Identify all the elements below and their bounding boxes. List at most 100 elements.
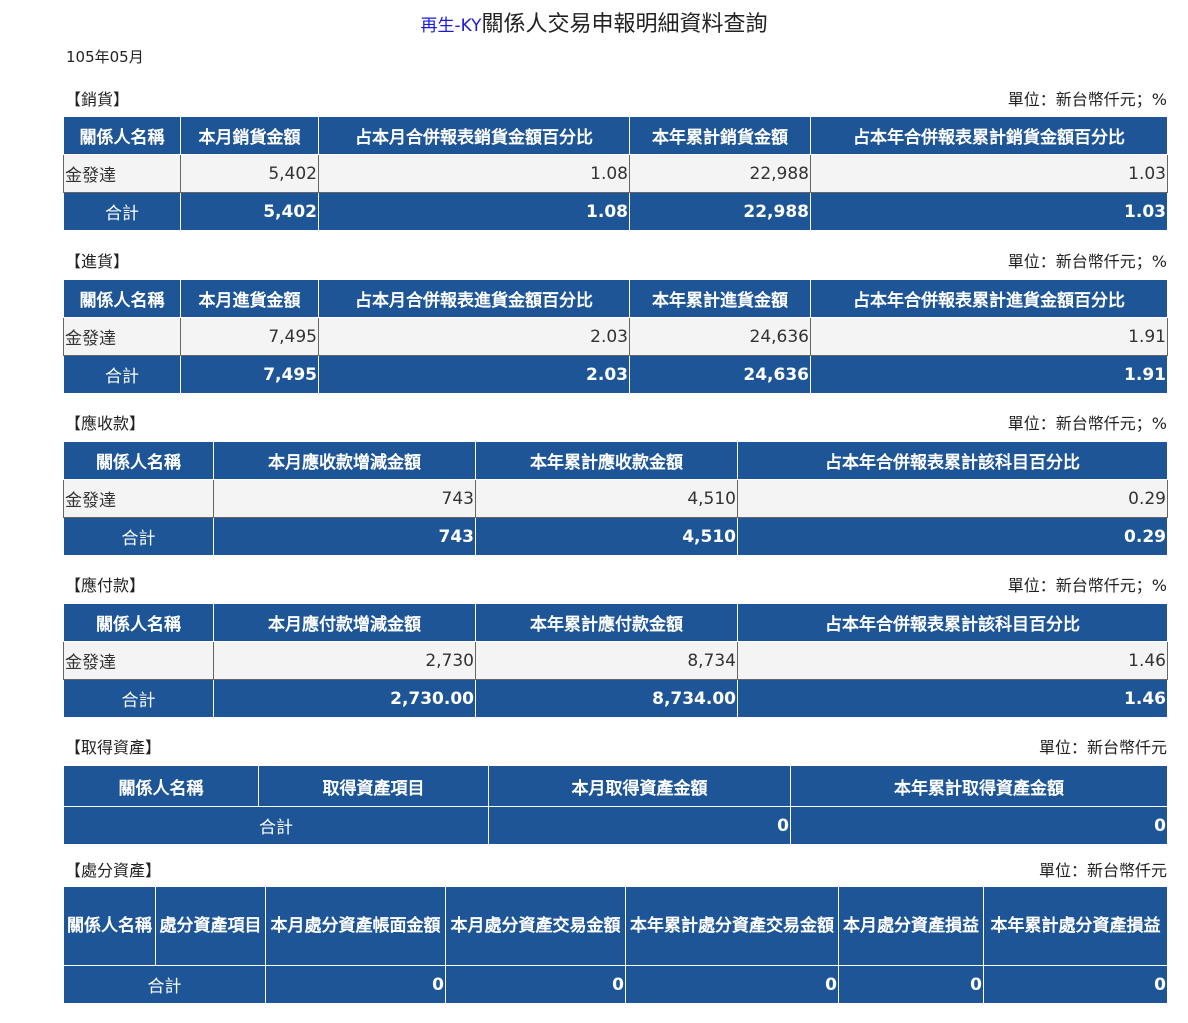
table-header-row: 關係人名稱 取得資產項目 本月取得資產金額 本年累計取得資產金額: [63, 765, 1168, 807]
payables-table: 關係人名稱 本月應付款增減金額 本年累計應付款金額 占本年合併報表累計該科目百分…: [63, 603, 1168, 718]
total-row: 合計 5,402 1.08 22,988 1.03: [63, 192, 1168, 231]
table-cell: 1.03: [810, 192, 1168, 231]
payables-unit: 單位：新台幣仟元；%: [1007, 576, 1167, 595]
disposal-table: 關係人名稱 處分資產項目 本月處分資產帳面金額 本月處分資產交易金額 本年累計處…: [63, 886, 1168, 1004]
table-cell: 0.29: [737, 479, 1168, 518]
column-header: 處分資產項目: [155, 886, 266, 966]
table-cell: 2.03: [318, 355, 630, 394]
total-row: 合計 0 0 0 0 0: [63, 965, 1168, 1004]
table-cell: 7,495: [180, 355, 319, 394]
column-header: 本年累計進貨金額: [629, 279, 811, 318]
column-header: 本年累計處分資產交易金額: [625, 886, 839, 966]
company-name: 再生-KY: [420, 16, 482, 36]
column-header: 本月取得資產金額: [488, 765, 791, 807]
column-header: 關係人名稱: [63, 279, 181, 318]
column-header: 本月應收款增減金額: [213, 441, 476, 480]
table-header-row: 關係人名稱 處分資產項目 本月處分資產帳面金額 本月處分資產交易金額 本年累計處…: [63, 886, 1168, 966]
table-cell: 1.08: [318, 192, 630, 231]
total-label: 合計: [63, 965, 266, 1004]
column-header: 本月處分資產交易金額: [445, 886, 626, 966]
disposal-heading: 【處分資產】: [65, 861, 162, 880]
table-cell: 1.03: [810, 154, 1168, 193]
sales-heading: 【銷貨】: [65, 90, 130, 109]
total-row: 合計 2,730.00 8,734.00 1.46: [63, 679, 1168, 718]
table-cell: 0: [983, 965, 1168, 1004]
total-label: 合計: [63, 679, 214, 718]
table-header-row: 關係人名稱 本月應收款增減金額 本年累計應收款金額 占本年合併報表累計該科目百分…: [63, 441, 1168, 480]
purchases-table: 關係人名稱 本月進貨金額 占本月合併報表進貨金額百分比 本年累計進貨金額 占本年…: [63, 279, 1168, 394]
report-period: 105年05月: [66, 48, 144, 66]
party-name: 金發達: [63, 154, 181, 193]
disposal-unit: 單位：新台幣仟元: [1038, 861, 1167, 880]
table-cell: 1.08: [318, 154, 630, 193]
column-header: 本年累計應付款金額: [475, 603, 738, 642]
acquisition-table: 關係人名稱 取得資產項目 本月取得資產金額 本年累計取得資產金額 合計 0 0: [63, 765, 1168, 845]
column-header: 本月處分資產損益: [838, 886, 984, 966]
table-cell: 2,730.00: [213, 679, 476, 718]
table-header-row: 關係人名稱 本月銷貨金額 占本月合併報表銷貨金額百分比 本年累計銷貨金額 占本年…: [63, 116, 1168, 155]
table-cell: 8,734.00: [475, 679, 738, 718]
table-cell: 0: [625, 965, 839, 1004]
table-cell: 1.91: [810, 355, 1168, 394]
table-cell: 0.29: [737, 517, 1168, 556]
receivables-heading: 【應收款】: [65, 414, 146, 433]
party-name: 金發達: [63, 479, 214, 518]
table-cell: 4,510: [475, 517, 738, 556]
table-cell: 8,734: [475, 641, 738, 680]
column-header: 本年累計銷貨金額: [629, 116, 811, 155]
table-header-row: 關係人名稱 本月進貨金額 占本月合併報表進貨金額百分比 本年累計進貨金額 占本年…: [63, 279, 1168, 318]
column-header: 本月銷貨金額: [180, 116, 319, 155]
column-header: 占本年合併報表累計該科目百分比: [737, 441, 1168, 480]
column-header: 占本年合併報表累計銷貨金額百分比: [810, 116, 1168, 155]
total-row: 合計 743 4,510 0.29: [63, 517, 1168, 556]
table-cell: 5,402: [180, 192, 319, 231]
receivables-unit: 單位：新台幣仟元；%: [1007, 414, 1167, 433]
column-header: 本年累計處分資產損益: [983, 886, 1168, 966]
total-row: 合計 0 0: [63, 806, 1168, 845]
column-header: 本月處分資產帳面金額: [265, 886, 446, 966]
sales-unit: 單位：新台幣仟元；%: [1007, 90, 1167, 109]
column-header: 占本年合併報表累計該科目百分比: [737, 603, 1168, 642]
purchases-unit: 單位：新台幣仟元；%: [1007, 252, 1167, 271]
column-header: 占本月合併報表銷貨金額百分比: [318, 116, 630, 155]
column-header: 占本年合併報表累計進貨金額百分比: [810, 279, 1168, 318]
column-header: 本月進貨金額: [180, 279, 319, 318]
table-cell: 22,988: [629, 192, 811, 231]
table-cell: 24,636: [629, 355, 811, 394]
title-text: 關係人交易申報明細資料查詢: [481, 12, 768, 37]
total-label: 合計: [63, 355, 181, 394]
total-label: 合計: [63, 517, 214, 556]
table-cell: 22,988: [629, 154, 811, 193]
table-cell: 1.46: [737, 679, 1168, 718]
table-header-row: 關係人名稱 本月應付款增減金額 本年累計應付款金額 占本年合併報表累計該科目百分…: [63, 603, 1168, 642]
column-header: 取得資產項目: [258, 765, 489, 807]
column-header: 關係人名稱: [63, 886, 156, 966]
table-cell: 0: [265, 965, 446, 1004]
table-cell: 1.91: [810, 317, 1168, 356]
column-header: 占本月合併報表進貨金額百分比: [318, 279, 630, 318]
page-title: 再生-KY關係人交易申報明細資料查詢: [0, 6, 1188, 38]
table-cell: 0: [838, 965, 984, 1004]
column-header: 關係人名稱: [63, 603, 214, 642]
column-header: 本年累計取得資產金額: [790, 765, 1168, 807]
table-cell: 0: [790, 806, 1168, 845]
table-cell: 1.46: [737, 641, 1168, 680]
total-label: 合計: [63, 192, 181, 231]
table-cell: 24,636: [629, 317, 811, 356]
table-cell: 0: [488, 806, 791, 845]
receivables-table: 關係人名稱 本月應收款增減金額 本年累計應收款金額 占本年合併報表累計該科目百分…: [63, 441, 1168, 556]
column-header: 本年累計應收款金額: [475, 441, 738, 480]
table-row: 金發達 2,730 8,734 1.46: [63, 641, 1168, 680]
acquisition-heading: 【取得資產】: [65, 738, 162, 757]
table-row: 金發達 7,495 2.03 24,636 1.91: [63, 317, 1168, 356]
table-cell: 743: [213, 517, 476, 556]
total-label: 合計: [63, 806, 489, 845]
column-header: 本月應付款增減金額: [213, 603, 476, 642]
table-cell: 743: [213, 479, 476, 518]
table-cell: 7,495: [180, 317, 319, 356]
sales-table: 關係人名稱 本月銷貨金額 占本月合併報表銷貨金額百分比 本年累計銷貨金額 占本年…: [63, 116, 1168, 231]
payables-heading: 【應付款】: [65, 576, 146, 595]
table-row: 金發達 743 4,510 0.29: [63, 479, 1168, 518]
column-header: 關係人名稱: [63, 116, 181, 155]
party-name: 金發達: [63, 317, 181, 356]
